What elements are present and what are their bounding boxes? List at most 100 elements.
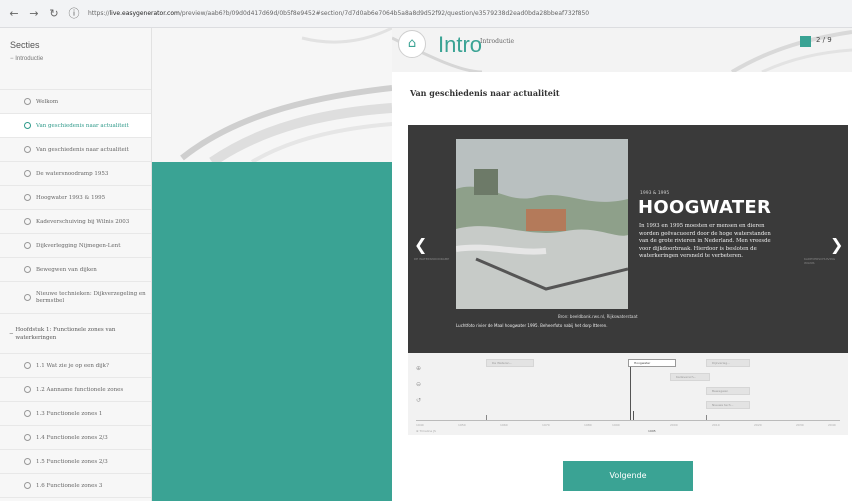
sidebar-item-label: Bewegwen van dijken <box>36 266 97 273</box>
axis-label: 2000 <box>670 423 678 427</box>
circle-icon <box>24 362 31 369</box>
slide-title: HOOGWATER <box>638 197 772 218</box>
browser-bar: ← → ↻ ⓘ https://live.easygenerator.com/p… <box>0 0 852 28</box>
sidebar-item-1-3[interactable]: 1.3 Functionele zones 1 <box>0 402 151 426</box>
axis-label: 1970 <box>542 423 550 427</box>
sidebar-item-welkom[interactable]: Welkom <box>0 90 151 114</box>
sidebar-section-label: Introductie <box>15 56 44 62</box>
sidebar-item-1-5[interactable]: 1.5 Functionele zones 2/3 <box>0 450 151 474</box>
axis-label: 1940 <box>416 423 424 427</box>
url-host: live.easygenerator.com <box>109 9 180 17</box>
aerial-flood-photo-icon <box>456 139 628 309</box>
sidebar-item-nieuwe-technieken[interactable]: Nieuwe technieken: Dijkverzegeling en be… <box>0 282 151 314</box>
home-icon: ⌂ <box>407 36 417 51</box>
sidebar-item-label: 1.2 Aanname functionele zones <box>36 386 124 393</box>
sidebar-item-1-1[interactable]: 1.1 Wat zie je op een dijk? <box>0 354 151 378</box>
sidebar-item-1-6[interactable]: 1.6 Functionele zones 3 <box>0 474 151 498</box>
timeline-credit: ⊕ Timeline JS <box>416 429 436 433</box>
prev-slide-button[interactable]: ❮ <box>414 235 427 254</box>
circle-icon <box>24 242 31 249</box>
reset-view-button[interactable]: ↺ <box>416 397 421 404</box>
sidebar-item-geschiedenis-active[interactable]: Van geschiedenis naar actualiteit <box>0 114 151 138</box>
sidebar-item-hoogwater[interactable]: Hoogwater 1993 & 1995 <box>0 186 151 210</box>
circle-icon <box>24 434 31 441</box>
sidebar-item-geschiedenis[interactable]: Van geschiedenis naar actualiteit <box>0 138 151 162</box>
sidebar-item-dijkverlegging[interactable]: Dijkverlegging Nijmegen-Lent <box>0 234 151 258</box>
circle-icon <box>24 146 31 153</box>
circle-icon <box>24 482 31 489</box>
timeline-event-active[interactable]: Hoogwater <box>628 359 676 367</box>
page-counter: 2 / 9 <box>816 36 832 44</box>
timeline-event[interactable]: Dijkverleg... <box>706 359 750 367</box>
chevron-left-icon: ❮ <box>414 235 428 254</box>
axis-label: 2020 <box>754 423 762 427</box>
pages-icon[interactable] <box>800 36 811 47</box>
address-bar[interactable]: https://live.easygenerator.com/preview/a… <box>88 6 842 22</box>
home-button[interactable]: ⌂ <box>398 30 426 58</box>
timeline-event[interactable]: Kadeversch... <box>670 373 710 381</box>
circle-icon <box>24 386 31 393</box>
next-slide-label: KADEVERSCHUIVING WILNIS <box>804 257 836 265</box>
sidebar-item-kadeverschuiving[interactable]: Kadeverschuiving bij Wilnis 2003 <box>0 210 151 234</box>
dike-sketch-icon <box>180 28 392 162</box>
decorative-sketch <box>152 28 392 162</box>
axis-label: 1980 <box>584 423 592 427</box>
circle-icon <box>24 98 31 105</box>
zoom-out-button[interactable]: ⊖ <box>416 381 421 388</box>
back-icon[interactable]: ← <box>8 7 20 20</box>
sidebar-item-label: De watersnoodramp 1953 <box>36 170 109 177</box>
zoom-in-button[interactable]: ⊕ <box>416 365 421 372</box>
chevron-right-icon: ❯ <box>830 235 844 254</box>
timeline-event[interactable]: De Watersn... <box>486 359 534 367</box>
timeline-axis <box>416 420 840 421</box>
info-icon[interactable]: ⓘ <box>68 7 80 20</box>
zoom-in-icon: ⊕ <box>416 365 422 372</box>
timeline-event[interactable]: Bewegwen <box>706 387 750 395</box>
reset-icon: ↺ <box>416 397 422 404</box>
sidebar-item-watersnoodramp[interactable]: De watersnoodramp 1953 <box>0 162 151 186</box>
sidebar-item-label: Van geschiedenis naar actualiteit <box>36 146 129 153</box>
timeline-current-marker <box>630 367 631 421</box>
axis-current-label: 1995 <box>648 429 656 433</box>
circle-icon <box>24 218 31 225</box>
timeline-slide: Bron: beeldbank.rws.nl, Rijkswaterstaat … <box>408 125 848 353</box>
sidebar-item-label: Welkom <box>36 98 59 105</box>
axis-label: 2030 <box>796 423 804 427</box>
sidebar-header: Secties − Introductie <box>0 28 151 72</box>
sidebar-item-bewegwen[interactable]: Bewegwen van dijken <box>0 258 151 282</box>
page-subtitle: Introductie <box>480 38 515 45</box>
axis-label: 2040 <box>828 423 836 427</box>
minus-icon: − <box>10 56 14 62</box>
sidebar-item-label: 1.6 Functionele zones 3 <box>36 482 103 489</box>
page-title: Intro <box>438 32 483 57</box>
reload-icon[interactable]: ↻ <box>48 7 60 20</box>
sidebar-item-label: Hoogwater 1993 & 1995 <box>36 194 106 201</box>
circle-icon <box>24 170 31 177</box>
sidebar-section-toggle[interactable]: − Introductie <box>10 56 151 62</box>
forward-icon[interactable]: → <box>28 7 40 20</box>
slide-date: 1993 & 1995 <box>640 191 670 196</box>
sidebar-item-label: 1.1 Wat zie je op een dijk? <box>36 362 109 369</box>
sidebar-item-label: Kadeverschuiving bij Wilnis 2003 <box>36 218 130 225</box>
zoom-out-icon: ⊖ <box>416 381 422 388</box>
sidebar-item-label: 1.3 Functionele zones 1 <box>36 410 103 417</box>
sidebar-item-label: 1.5 Functionele zones 2/3 <box>36 458 108 465</box>
sidebar-item-1-4[interactable]: 1.4 Functionele zones 2/3 <box>0 426 151 450</box>
sidebar-chapter-label: Hoofdstuk 1: Functionele zones van water… <box>15 326 116 341</box>
sidebar-chapter-1[interactable]: − Hoofdstuk 1: Functionele zones van wat… <box>0 314 151 354</box>
axis-label: 1990 <box>612 423 620 427</box>
sidebar-item-label: Dijkverlegging Nijmegen-Lent <box>36 242 121 249</box>
flood-photo <box>456 139 628 309</box>
timeline-event[interactable]: Nieuwe tech... <box>706 401 750 409</box>
url-path: /preview/aab6?b/09d0d417d69d/0b5f8e9452#… <box>179 9 590 17</box>
sidebar: Secties − Introductie Welkom Van geschie… <box>0 28 152 501</box>
circle-icon <box>24 410 31 417</box>
slide-body: In 1993 en 1995 moesten er mensen en die… <box>639 223 771 260</box>
next-button[interactable]: Volgende <box>563 461 693 491</box>
next-slide-button[interactable]: ❯ <box>830 235 843 254</box>
url-scheme: https:// <box>88 9 110 17</box>
sidebar-item-1-2[interactable]: 1.2 Aanname functionele zones <box>0 378 151 402</box>
content-title: Van geschiedenis naar actualiteit <box>410 88 560 98</box>
timeline-nav: ⊕ ⊖ ↺ De Watersn... Hoogwater Kadeversch… <box>408 353 848 435</box>
circle-icon <box>24 458 31 465</box>
